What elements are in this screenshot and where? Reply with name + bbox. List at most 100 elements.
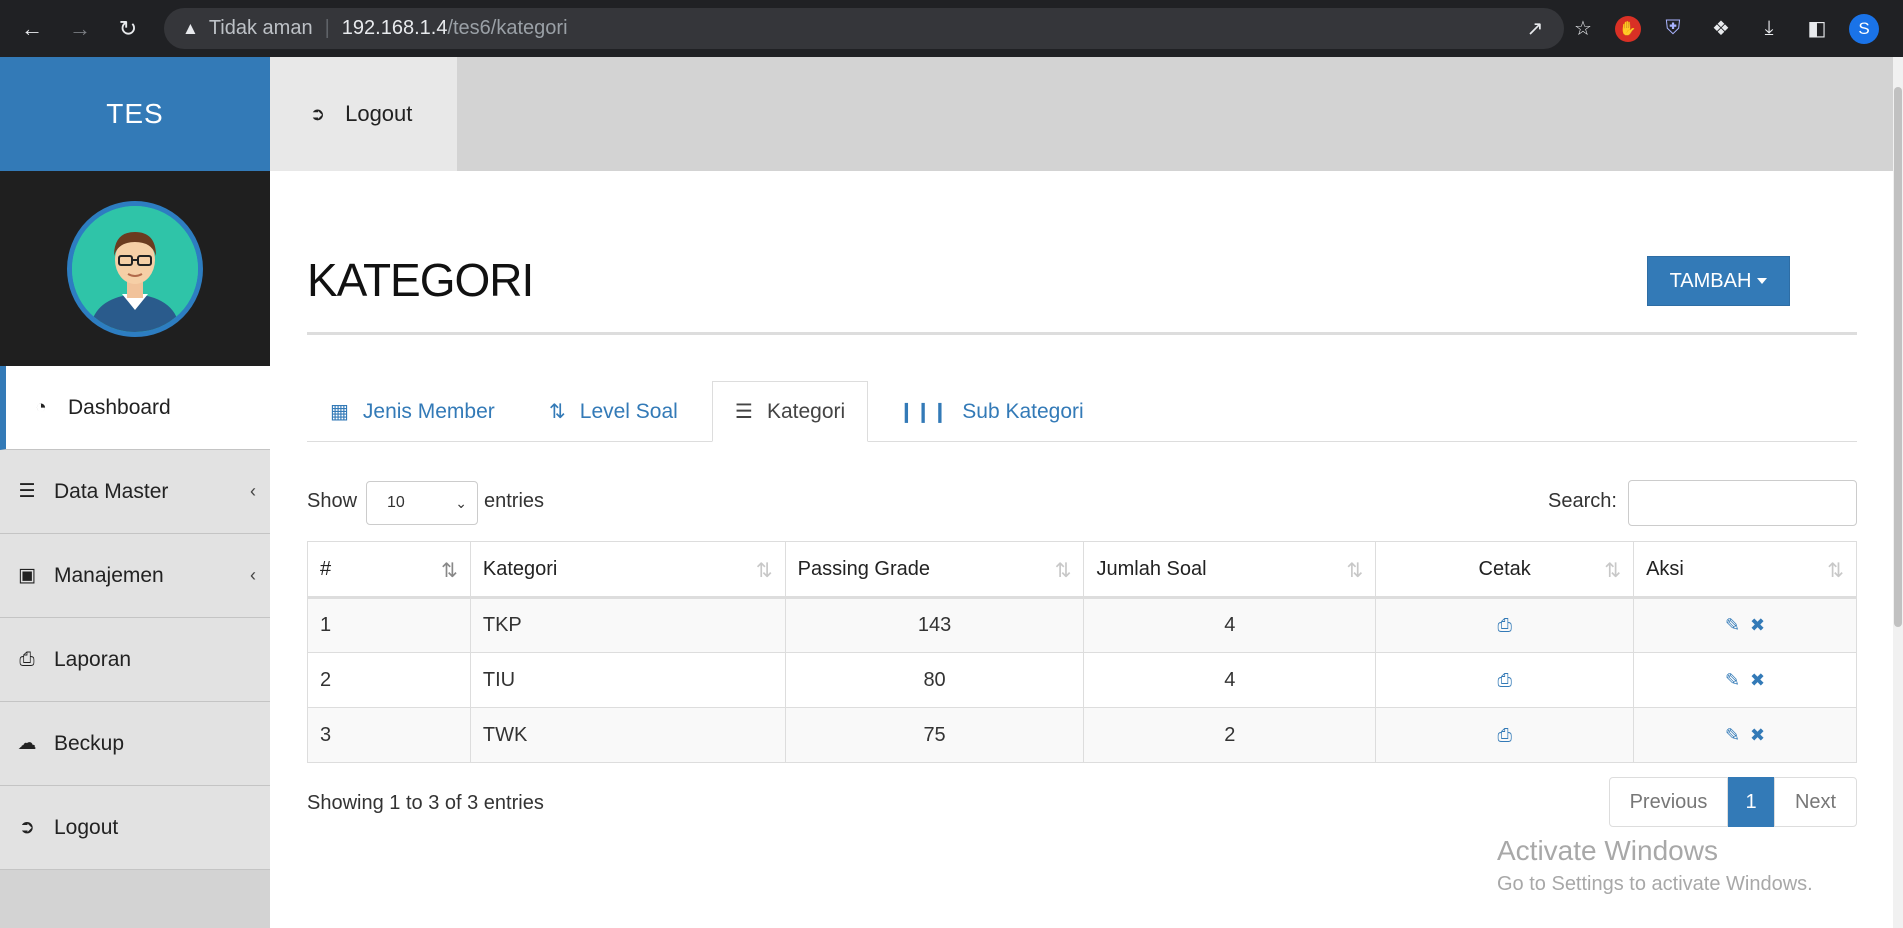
- sidebar-item-dashboard[interactable]: ◔ Dashboard: [0, 366, 270, 450]
- sidebar-item-data-master[interactable]: ☰ Data Master ‹: [0, 450, 270, 534]
- sidebar-item-laporan[interactable]: ⎙ Laporan: [0, 618, 270, 702]
- dashboard-icon: ◔: [35, 396, 47, 418]
- next-page-button[interactable]: Next: [1774, 777, 1857, 827]
- tab-label: Kategori: [766, 399, 846, 423]
- print-icon[interactable]: ⎙: [1497, 725, 1511, 745]
- scrollbar-thumb[interactable]: [1894, 87, 1902, 627]
- chevron-down-icon: ⌄: [455, 494, 467, 511]
- sidebar-item-label: Logout: [54, 815, 119, 839]
- cell-cetak: ⎙: [1375, 707, 1635, 763]
- cell-jumlah-soal: 4: [1083, 652, 1377, 708]
- tambah-label: TAMBAH: [1669, 269, 1752, 292]
- column-header-jumlah-soal[interactable]: Jumlah Soal ⇅: [1083, 541, 1377, 599]
- sidebar-item-label: Data Master: [54, 479, 169, 503]
- tab-label: Sub Kategori: [962, 399, 1084, 423]
- tab-sub-kategori[interactable]: ❙❙❙ Sub Kategori: [898, 381, 1084, 442]
- column-header-passing-grade[interactable]: Passing Grade ⇅: [784, 541, 1085, 599]
- column-header-number[interactable]: # ⇅: [307, 541, 471, 599]
- forward-arrow-icon[interactable]: →: [64, 13, 96, 45]
- back-arrow-icon[interactable]: ←: [16, 13, 48, 45]
- sidebar-item-label: Beckup: [54, 731, 125, 755]
- sort-amount-icon: ⇅: [549, 401, 566, 423]
- caret-down-icon: [1757, 278, 1768, 284]
- table-info: Showing 1 to 3 of 3 entries: [307, 792, 544, 814]
- cell-jumlah-soal: 4: [1083, 597, 1377, 653]
- brand-title[interactable]: TES: [0, 57, 270, 171]
- download-icon[interactable]: ⤓: [1753, 13, 1785, 45]
- sidebar-item-logout[interactable]: ➲ Logout: [0, 786, 270, 870]
- search-input[interactable]: [1628, 480, 1857, 526]
- topbar-logout-link[interactable]: ➲ Logout: [270, 57, 457, 171]
- browser-actions: ↗ ☆ ✋ ⛨ ❖ ⤓ ◧ S: [1511, 0, 1903, 57]
- profile-panel: [0, 171, 270, 366]
- chevron-left-icon: ‹: [250, 481, 256, 501]
- cell-kategori: TIU: [469, 652, 786, 708]
- watermark-title: Activate Windows: [1497, 835, 1718, 866]
- delete-icon[interactable]: ✖: [1750, 615, 1765, 635]
- edit-icon[interactable]: ✎: [1725, 670, 1740, 690]
- entries-length-select[interactable]: 10 ⌄: [366, 481, 478, 525]
- cell-passing-grade: 80: [784, 652, 1085, 708]
- url-host: 192.168.1.4: [341, 17, 448, 39]
- user-avatar-illustration: [72, 205, 198, 332]
- cell-aksi: ✎ ✖: [1633, 652, 1857, 708]
- windows-activation-watermark: Activate Windows Go to Settings to activ…: [1497, 835, 1813, 896]
- shield-extension-icon[interactable]: ⛨: [1657, 13, 1689, 45]
- table-row: 3 TWK 75 2 ⎙ ✎ ✖: [307, 707, 1857, 763]
- sort-asc-icon: ⇅: [441, 560, 458, 582]
- cell-number: 1: [307, 597, 471, 653]
- tab-label: Level Soal: [579, 399, 678, 423]
- tambah-dropdown-button[interactable]: TAMBAH: [1647, 256, 1790, 306]
- warning-triangle-icon: ▲: [182, 18, 199, 38]
- side-panel-icon[interactable]: ◧: [1801, 13, 1833, 45]
- cell-jumlah-soal: 2: [1083, 707, 1377, 763]
- edit-icon[interactable]: ✎: [1725, 615, 1740, 635]
- page-scrollbar[interactable]: [1893, 57, 1903, 928]
- reload-icon[interactable]: ↻: [112, 13, 144, 45]
- print-icon[interactable]: ⎙: [1497, 615, 1511, 635]
- sign-out-icon: ➲: [19, 817, 35, 838]
- cell-kategori: TWK: [469, 707, 786, 763]
- print-icon[interactable]: ⎙: [1497, 670, 1511, 690]
- cloud-download-icon: ☁: [17, 733, 37, 754]
- sidebar: TES ◔ Dashboard ☰ Data Master ‹ ▣ Manaje…: [0, 57, 270, 928]
- cell-aksi: ✎ ✖: [1633, 707, 1857, 763]
- briefcase-icon: ▣: [18, 565, 36, 586]
- delete-icon[interactable]: ✖: [1750, 670, 1765, 690]
- search-label: Search:: [1548, 490, 1617, 512]
- column-header-kategori[interactable]: Kategori ⇅: [469, 541, 786, 599]
- column-header-cetak[interactable]: Cetak ⇅: [1375, 541, 1635, 599]
- address-bar[interactable]: ▲ Tidak aman | 192.168.1.4/tes6/kategori: [164, 8, 1564, 49]
- tab-level-soal[interactable]: ⇅ Level Soal: [549, 381, 678, 442]
- edit-icon[interactable]: ✎: [1725, 725, 1740, 745]
- cell-aksi: ✎ ✖: [1633, 597, 1857, 653]
- cell-number: 3: [307, 707, 471, 763]
- delete-icon[interactable]: ✖: [1750, 725, 1765, 745]
- cell-passing-grade: 75: [784, 707, 1085, 763]
- tab-kategori[interactable]: ☰ Kategori: [712, 381, 869, 442]
- main-content: KATEGORI TAMBAH ▦ Jenis Member ⇅ Level S…: [270, 171, 1893, 928]
- page-1-button[interactable]: 1: [1728, 777, 1774, 827]
- pagination: Previous 1 Next: [1609, 777, 1857, 827]
- ublock-extension-icon[interactable]: ✋: [1615, 15, 1641, 42]
- previous-page-button[interactable]: Previous: [1609, 777, 1728, 827]
- tab-label: Jenis Member: [362, 399, 495, 423]
- cell-cetak: ⎙: [1375, 652, 1635, 708]
- sidebar-item-label: Dashboard: [68, 395, 171, 419]
- kategori-table: # ⇅ Kategori ⇅ Passing Grade ⇅ Jumlah Soal ⇅…: [307, 541, 1857, 763]
- profile-avatar[interactable]: S: [1849, 13, 1879, 44]
- share-icon[interactable]: ↗: [1519, 13, 1551, 45]
- bookmark-star-icon[interactable]: ☆: [1567, 13, 1599, 45]
- user-avatar: [67, 200, 203, 337]
- column-header-aksi[interactable]: Aksi ⇅: [1633, 541, 1857, 599]
- entries-label: entries: [484, 490, 545, 512]
- print-icon: ⎙: [19, 648, 35, 670]
- tab-jenis-member[interactable]: ▦ Jenis Member: [330, 381, 495, 442]
- sort-icon: ⇅: [755, 560, 773, 582]
- sidebar-item-beckup[interactable]: ☁ Beckup: [0, 702, 270, 786]
- sidebar-item-manajemen[interactable]: ▣ Manajemen ‹: [0, 534, 270, 618]
- sort-icon: ⇅: [1346, 560, 1364, 582]
- cell-cetak: ⎙: [1375, 597, 1635, 653]
- extensions-puzzle-icon[interactable]: ❖: [1705, 13, 1737, 45]
- title-divider: [307, 332, 1857, 335]
